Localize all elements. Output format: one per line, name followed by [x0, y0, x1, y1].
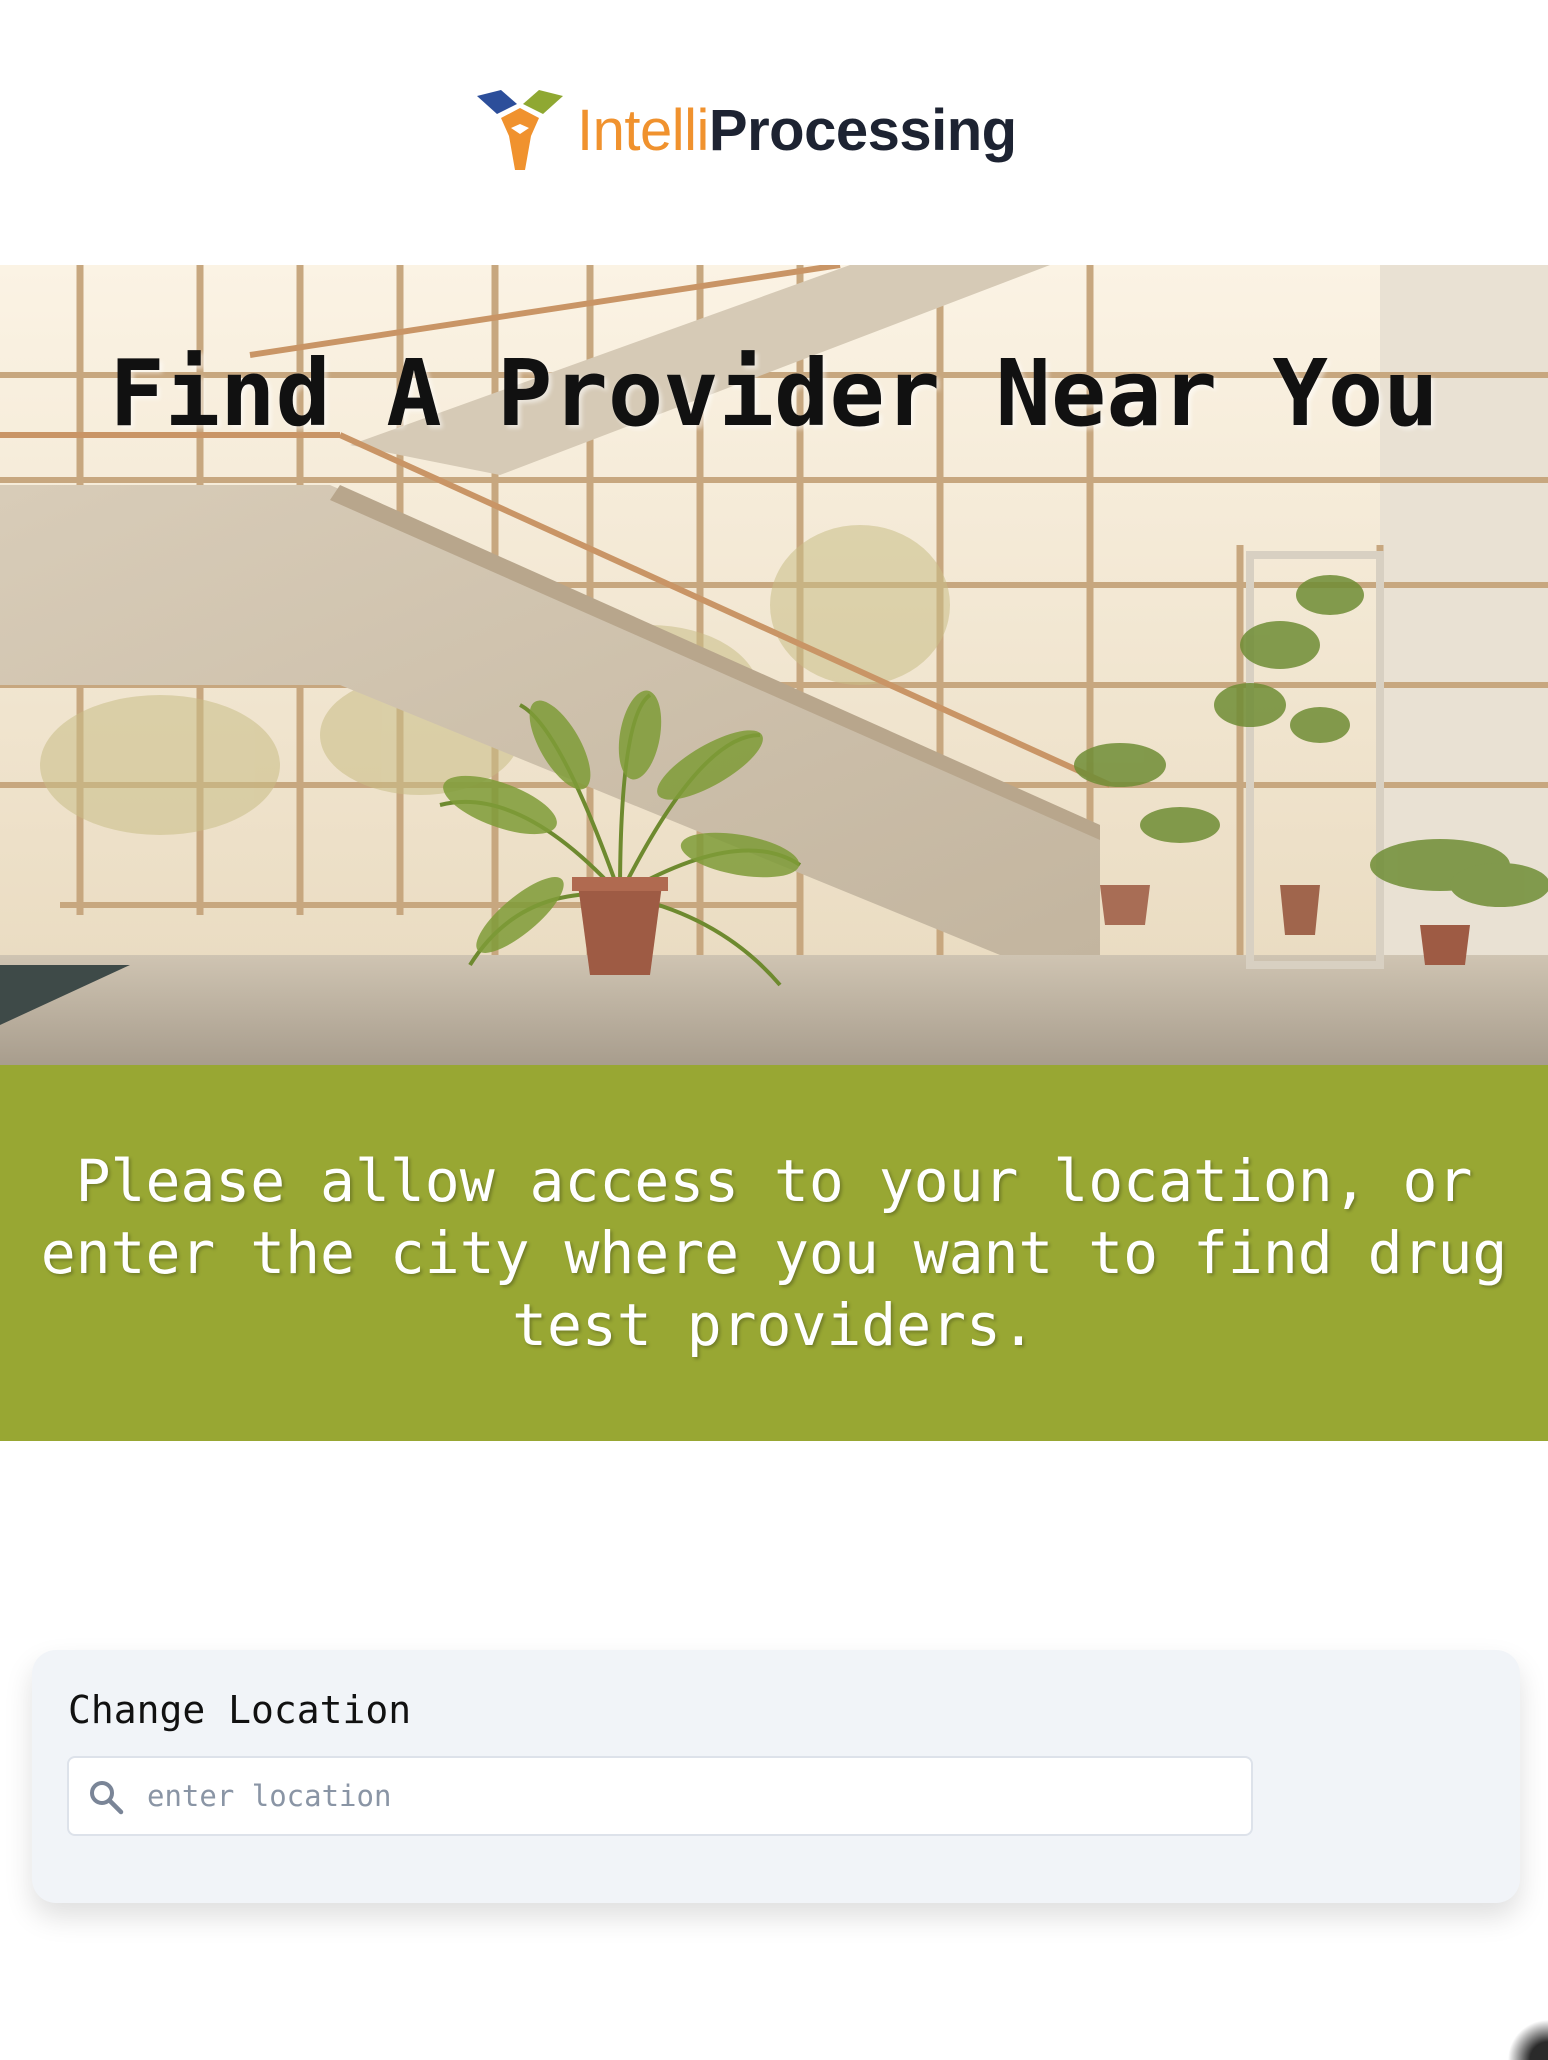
location-search-box[interactable] [67, 1756, 1253, 1836]
brand-logo[interactable]: IntelliProcessing [475, 88, 1017, 173]
hero-banner: Find A Provider Near You [0, 265, 1548, 1065]
location-search-input[interactable] [147, 1768, 1237, 1824]
change-location-card: Change Location [32, 1650, 1520, 1903]
site-header: IntelliProcessing [0, 0, 1548, 265]
location-message: Please allow access to your location, or… [40, 1147, 1508, 1359]
location-message-band: Please allow access to your location, or… [0, 1065, 1548, 1441]
brand-name-part1: Intelli [577, 98, 709, 163]
brand-name: IntelliProcessing [577, 97, 1017, 164]
change-location-label: Change Location [68, 1688, 412, 1732]
hero-title: Find A Provider Near You [109, 340, 1439, 447]
search-icon [90, 1781, 124, 1815]
corner-shadow [1488, 2000, 1548, 2060]
brand-name-part2: Processing [708, 98, 1017, 163]
cube-logo-icon [477, 90, 563, 170]
